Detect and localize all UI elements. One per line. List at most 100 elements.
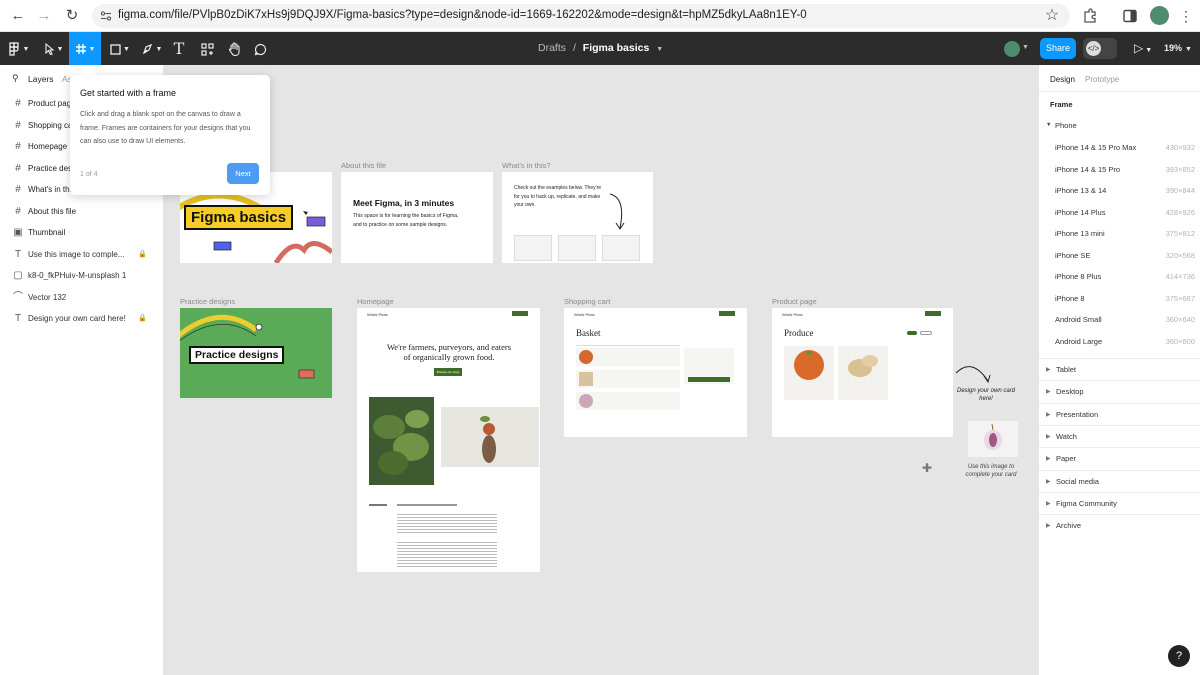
about-heading: Meet Figma, in 3 minutes xyxy=(353,198,455,208)
frame-label[interactable]: Shopping cart xyxy=(564,297,610,306)
profile-avatar[interactable] xyxy=(1150,6,1169,25)
text-tool-icon[interactable]: T xyxy=(170,32,188,65)
share-button[interactable]: Share xyxy=(1040,38,1076,59)
frame-preset-item[interactable]: Android Large 360×800 xyxy=(1055,331,1200,352)
move-tool-button[interactable]: ▼ xyxy=(40,32,68,65)
bookmark-star-icon[interactable]: ☆ xyxy=(1042,6,1062,26)
preset-size: 375×667 xyxy=(1165,293,1195,303)
site-settings-icon[interactable] xyxy=(100,10,112,22)
product-card xyxy=(784,346,834,400)
spinach-image xyxy=(369,397,434,485)
frame-preset-item[interactable]: iPhone 14 & 15 Pro Max 430×932 xyxy=(1055,137,1200,158)
homepage-hero: We're farmers, purveyors, and eaters of … xyxy=(386,342,512,362)
frame-product-page[interactable]: World Peas Produce xyxy=(772,308,953,437)
zoom-menu[interactable]: 19% ▼ xyxy=(1164,43,1192,53)
layer-item[interactable]: ⌒ Vector 132 xyxy=(0,287,164,309)
frame-homepage[interactable]: World Peas We're farmers, purveyors, and… xyxy=(357,308,540,572)
extensions-icon[interactable] xyxy=(1082,8,1098,24)
frame-category-archive[interactable]: ▶ Archive xyxy=(1039,514,1200,536)
frame-preset-item[interactable]: iPhone 8 Plus 414×736 xyxy=(1055,266,1200,287)
frame-category-watch[interactable]: ▶ Watch xyxy=(1039,424,1200,447)
pen-icon xyxy=(142,44,152,55)
whats-in-body: Check out the examples below. They're fo… xyxy=(514,185,602,208)
curved-arrow-icon xyxy=(955,366,991,384)
frame-preset-item[interactable]: iPhone SE 320×568 xyxy=(1055,245,1200,266)
frame-preset-item[interactable]: iPhone 14 & 15 Pro 393×852 xyxy=(1055,159,1200,180)
frame-label[interactable]: What's in this? xyxy=(502,161,551,170)
lock-icon[interactable]: 🔒 xyxy=(138,308,147,330)
section-title: Frame xyxy=(1050,100,1073,109)
chevron-down-icon[interactable]: ▼ xyxy=(656,46,663,53)
frame-preset-item[interactable]: iPhone 13 mini 375×812 xyxy=(1055,223,1200,244)
resources-tool-icon[interactable] xyxy=(198,32,216,65)
frame-label[interactable]: Practice designs xyxy=(180,297,235,306)
product-heading: Produce xyxy=(784,328,814,338)
tab-design[interactable]: Design xyxy=(1050,75,1075,84)
back-arrow-icon[interactable]: ← xyxy=(8,6,28,26)
frame-preset-item[interactable]: iPhone 13 & 14 390×844 xyxy=(1055,180,1200,201)
forward-arrow-icon[interactable]: → xyxy=(34,6,54,26)
frame-icon: # xyxy=(15,141,21,152)
frame-category-paper[interactable]: ▶ Paper xyxy=(1039,447,1200,469)
thumbnail-icon: ▣ xyxy=(13,227,23,238)
search-icon[interactable]: ⚲ xyxy=(12,73,19,84)
comment-tool-icon[interactable] xyxy=(250,32,270,65)
layer-item[interactable]: # About this file xyxy=(0,201,164,223)
url-text[interactable]: figma.com/file/PVlpB0zDiK7xHs9j9DQJ9X/Fi… xyxy=(118,9,807,21)
hand-tool-icon[interactable] xyxy=(224,32,244,65)
layer-item[interactable]: T Use this image to comple... 🔒 xyxy=(0,244,164,266)
layer-item[interactable]: ▣ Thumbnail xyxy=(0,222,164,244)
pen-tool-button[interactable]: ▼ xyxy=(138,32,166,65)
category-label: Paper xyxy=(1056,454,1077,464)
layer-item[interactable]: ▢ k8-0_fkPHuiv-M-unsplash 1 xyxy=(0,265,164,287)
frame-preset-item[interactable]: iPhone 14 Plus 428×926 xyxy=(1055,202,1200,223)
chevron-down-icon[interactable]: ▼ xyxy=(1046,122,1051,128)
preset-size: 430×932 xyxy=(1165,143,1195,152)
layer-item[interactable]: T Design your own card here! 🔒 xyxy=(0,308,164,330)
dev-mode-toggle[interactable]: </> xyxy=(1083,38,1117,59)
collaborator-avatar[interactable] xyxy=(1004,41,1020,57)
frame-preset-item[interactable]: iPhone 8 375×667 xyxy=(1055,288,1200,309)
frame-whats-in-this[interactable]: Check out the examples below. They're fo… xyxy=(502,172,653,263)
frame-category-desktop[interactable]: ▶ Desktop xyxy=(1039,380,1200,402)
lock-icon[interactable]: 🔒 xyxy=(138,244,147,266)
next-button[interactable]: Next xyxy=(227,163,259,184)
chevron-right-icon: ▶ xyxy=(1046,500,1051,507)
group-title-phone[interactable]: Phone xyxy=(1055,121,1077,130)
preset-name: iPhone 14 & 15 Pro xyxy=(1055,164,1121,174)
present-play-icon[interactable]: ▷ ▼ xyxy=(1134,41,1152,55)
design-canvas[interactable]: Figma basics About this file Meet Figma,… xyxy=(164,65,1038,675)
frame-shopping-cart[interactable]: World Peas Basket xyxy=(564,308,747,437)
preset-name: iPhone 13 mini xyxy=(1055,229,1105,238)
frame-category-tablet[interactable]: ▶ Tablet xyxy=(1039,358,1200,380)
help-button[interactable]: ? xyxy=(1168,645,1190,667)
frame-preset-item[interactable]: Android Small 360×640 xyxy=(1055,309,1200,330)
preset-name: iPhone 14 & 15 Pro Max xyxy=(1055,143,1137,152)
onion-image[interactable] xyxy=(968,421,1018,457)
frame-category-figma-community[interactable]: ▶ Figma Community xyxy=(1039,491,1200,514)
side-panel-icon[interactable] xyxy=(1122,8,1138,24)
product-card xyxy=(838,346,888,400)
frame-about[interactable]: Meet Figma, in 3 minutes This space is f… xyxy=(341,172,493,263)
frame-tool-button[interactable]: ▼ xyxy=(69,32,101,65)
browser-menu-icon[interactable]: ⋮ xyxy=(1176,6,1196,26)
mini-preview xyxy=(558,235,596,261)
tab-layers[interactable]: Layers xyxy=(28,74,54,84)
layer-label: Product page xyxy=(28,99,76,108)
frame-label[interactable]: Homepage xyxy=(357,297,394,306)
frame-label[interactable]: Product page xyxy=(772,297,817,306)
frame-category-social-media[interactable]: ▶ Social media xyxy=(1039,469,1200,492)
tab-prototype[interactable]: Prototype xyxy=(1085,75,1119,84)
frame-label[interactable]: About this file xyxy=(341,161,386,170)
breadcrumb-drafts[interactable]: Drafts xyxy=(538,42,566,54)
frame-practice-designs[interactable]: Practice designs xyxy=(180,308,332,398)
preset-size: 393×852 xyxy=(1165,164,1195,174)
reload-icon[interactable]: ↻ xyxy=(62,6,82,26)
file-name[interactable]: Figma basics xyxy=(583,42,650,54)
chevron-down-icon[interactable]: ▼ xyxy=(1022,44,1029,51)
frame-category-presentation[interactable]: ▶ Presentation xyxy=(1039,402,1200,425)
address-bar[interactable]: figma.com/file/PVlpB0zDiK7xHs9j9DQJ9X/Fi… xyxy=(92,4,1070,28)
preset-size: 428×926 xyxy=(1165,207,1195,217)
main-menu-button[interactable]: ▼ xyxy=(6,32,32,65)
shape-tool-button[interactable]: ▼ xyxy=(106,32,134,65)
